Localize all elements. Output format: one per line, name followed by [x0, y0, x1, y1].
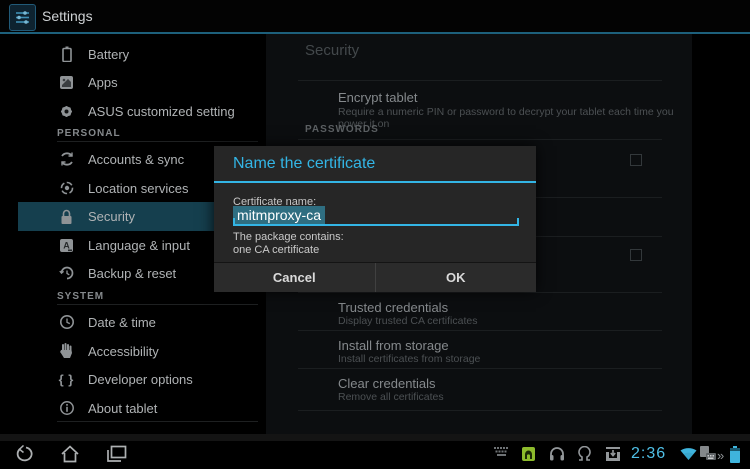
ok-button[interactable]: OK: [376, 263, 537, 292]
clear-credentials-item[interactable]: Clear credentials Remove all certificate…: [266, 372, 692, 406]
backup-icon: [58, 265, 75, 282]
package-contains-line: The package contains:: [233, 231, 344, 243]
home-button[interactable]: [58, 444, 82, 464]
back-button[interactable]: [13, 444, 37, 464]
app-header: [0, 0, 750, 32]
sliders-icon: [14, 9, 31, 26]
checkbox-unchecked[interactable]: [630, 249, 642, 261]
lock-icon: [58, 208, 75, 225]
divider: [298, 80, 662, 81]
hand-icon: [58, 343, 75, 360]
dock-status-icon[interactable]: [699, 446, 717, 461]
sync-icon: [58, 151, 75, 168]
sidebar-item-accessibility[interactable]: Accessibility: [18, 337, 266, 365]
keyboard-status-icon[interactable]: [494, 446, 510, 457]
sidebar-section-personal: PERSONAL: [57, 128, 121, 139]
input-underline: [233, 218, 519, 226]
panel-bottom-edge: [0, 434, 750, 441]
encrypt-tablet-title: Encrypt tablet: [338, 90, 418, 105]
recent-apps-button[interactable]: [105, 444, 129, 464]
name-certificate-dialog: Name the certificate Certificate name: m…: [214, 146, 536, 291]
sidebar-item-battery[interactable]: Battery: [18, 40, 266, 68]
svg-text:A: A: [63, 240, 70, 250]
install-tray-status-icon[interactable]: [605, 446, 621, 462]
sidebar-item-apps[interactable]: Apps: [18, 68, 266, 96]
divider: [298, 292, 662, 293]
chevrons-status-icon[interactable]: »: [717, 448, 724, 463]
sidebar-section-system: SYSTEM: [57, 291, 104, 302]
divider: [298, 330, 662, 331]
package-content-line: one CA certificate: [233, 244, 319, 256]
clock-icon: [58, 314, 75, 331]
install-from-storage-subtitle: Install certificates from storage: [338, 353, 480, 365]
install-from-storage-title: Install from storage: [338, 338, 449, 353]
location-icon: [58, 180, 75, 197]
sidebar-item-developer-options[interactable]: { } Developer options: [18, 365, 266, 393]
sidebar-item-asus-customized-setting[interactable]: ASUS customized setting: [18, 97, 266, 125]
trusted-credentials-title: Trusted credentials: [338, 300, 448, 315]
divider: [57, 141, 258, 142]
checkbox-unchecked[interactable]: [630, 154, 642, 166]
braces-icon: { }: [58, 371, 75, 388]
install-from-storage-item[interactable]: Install from storage Install certificate…: [266, 334, 692, 368]
clear-credentials-title: Clear credentials: [338, 376, 436, 391]
settings-app-icon: [9, 4, 36, 31]
info-icon: [58, 400, 75, 417]
divider: [298, 368, 662, 369]
divider: [298, 139, 662, 140]
sidebar-item-date-time[interactable]: Date & time: [18, 308, 266, 336]
passwords-section-header: PASSWORDS: [305, 124, 379, 135]
headphones-status-icon[interactable]: [549, 446, 565, 462]
panel-title: Security: [305, 42, 359, 59]
page-title: Settings: [42, 0, 93, 32]
dialog-button-bar: Cancel OK: [214, 262, 536, 292]
usb-debugging-status-icon[interactable]: [521, 446, 536, 462]
clear-credentials-subtitle: Remove all certificates: [338, 391, 444, 403]
battery-icon: [58, 46, 75, 63]
cancel-button[interactable]: Cancel: [214, 263, 376, 292]
divider: [57, 304, 258, 305]
trusted-credentials-item[interactable]: Trusted credentials Display trusted CA c…: [266, 296, 692, 330]
dialog-title-divider: [214, 181, 536, 183]
apps-icon: [58, 74, 75, 91]
sidebar-item-about-tablet[interactable]: About tablet: [18, 394, 266, 422]
wifi-status-icon[interactable]: [680, 446, 697, 461]
encrypt-tablet-subtitle: Require a numeric PIN or password to dec…: [338, 106, 678, 130]
battery-status-icon[interactable]: [729, 446, 741, 463]
divider: [298, 410, 662, 411]
headset-status-icon[interactable]: [576, 446, 593, 462]
language-icon: A: [58, 237, 75, 254]
gear-icon: [58, 103, 75, 120]
dialog-title: Name the certificate: [233, 146, 375, 181]
divider: [57, 421, 258, 422]
clock-time[interactable]: 2:36: [631, 445, 666, 463]
trusted-credentials-subtitle: Display trusted CA certificates: [338, 315, 477, 327]
